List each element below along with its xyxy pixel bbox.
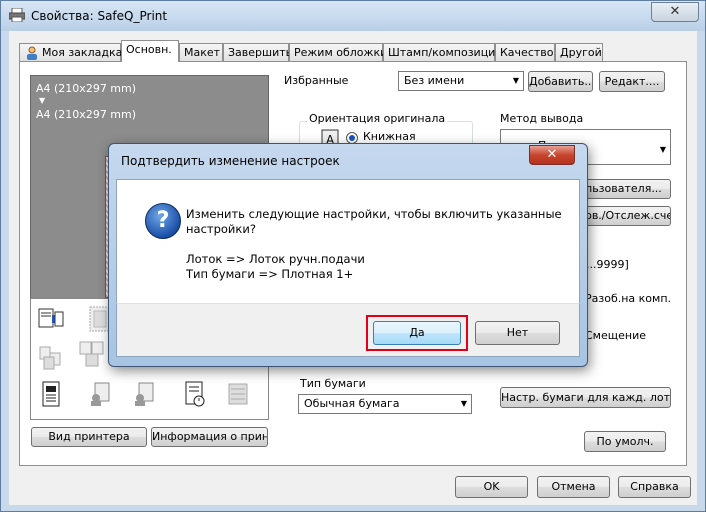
proof-print-icon[interactable] [181,381,207,407]
paper-type-select[interactable]: Обычная бумага ▼ [298,394,472,414]
tab-other[interactable]: Другой [555,43,603,61]
tab-cover-mode[interactable]: Режим обложки [289,43,387,61]
help-button[interactable]: Справка [618,476,691,498]
tab-label: Завершить [228,46,293,59]
dialog-message-area [116,179,580,305]
printer-view-button[interactable]: Вид принтера [31,427,147,447]
user-icon [27,46,37,60]
dialog-change-paper-type: Тип бумаги => Плотная 1+ [186,267,354,281]
dialog-change-tray: Лоток => Лоток ручн.подачи [186,252,365,266]
multi-page-icon[interactable] [38,345,64,371]
favorites-select[interactable]: Без имени ▼ [398,71,524,91]
tab-label: Качество [500,46,554,59]
tab-my-tab[interactable]: Моя закладка [19,43,123,61]
favorites-value: Без имени [404,74,465,87]
no-button[interactable]: Нет [475,321,560,345]
collate-label: Разоб.на комп. [585,292,672,305]
tab-label: Моя закладка [42,46,123,59]
secure-print-icon[interactable] [87,381,113,407]
defaults-button[interactable]: По умолч. [584,431,666,452]
document-icon[interactable] [38,381,64,407]
down-arrow-icon: ▼ [39,96,46,105]
booklet-icon[interactable] [79,341,105,367]
add-favorite-button[interactable]: Добавить... [528,71,593,92]
confirm-settings-dialog: Подтвердить изменение настроек ✕ ? Измен… [108,143,588,367]
tab-label: Режим обложки [294,46,388,59]
window-titlebar[interactable]: Свойства: SafeQ_Print ✕ [1,1,705,31]
window-title: Свойства: SafeQ_Print [31,9,168,23]
tab-label: Штамп/композиция [388,46,502,59]
question-icon: ? [145,203,181,239]
output-method-label: Метод вывода [500,112,584,125]
printer-info-button[interactable]: Информация о принт. [151,427,268,447]
tab-label: Основн. [126,43,172,56]
chevron-down-icon: ▼ [512,76,519,85]
ok-button[interactable]: OK [455,476,528,498]
paper-output-size: A4 (210x297 mm) [36,108,137,121]
paper-type-value: Обычная бумага [304,397,400,410]
tab-label: Другой [560,46,602,59]
edit-favorite-button[interactable]: Редакт.... [599,71,665,92]
window-close-button[interactable]: ✕ [651,2,699,22]
tab-quality[interactable]: Качество [495,43,555,61]
paper-type-label: Тип бумаги [300,377,366,390]
per-tray-paper-button[interactable]: Настр. бумаги для кажд. лотка... [500,387,671,408]
printer-icon [9,8,25,22]
archive-icon[interactable] [225,381,251,407]
dialog-message-line2: настройки? [186,222,256,236]
dialog-message-line1: Изменить следующие настройки, чтобы вклю… [186,207,562,221]
offset-label: Смещение [585,329,646,342]
orientation-label: Ориентация оригинала [307,112,448,125]
tab-finish[interactable]: Завершить [223,43,293,61]
favorites-label: Избранные [284,74,349,87]
orientation-portrait-label: Книжная [363,130,416,143]
cancel-button[interactable]: Отмена [537,476,610,498]
print-arrow-icon[interactable] [38,306,64,332]
tab-basic[interactable]: Основн. [121,40,179,62]
dialog-close-button[interactable]: ✕ [529,145,575,165]
yes-button-highlight [366,315,468,351]
paper-source-size: A4 (210x297 mm) [36,82,137,95]
dialog-title: Подтвердить изменение настроек [121,154,340,168]
box-save-icon[interactable] [131,381,157,407]
tab-layout[interactable]: Макет [179,43,223,61]
tab-label: Макет [184,46,221,59]
tab-stamp-composition[interactable]: Штамп/композиция [383,43,502,61]
chevron-down-icon: ▼ [460,399,467,408]
chevron-down-icon: ▼ [659,145,666,154]
